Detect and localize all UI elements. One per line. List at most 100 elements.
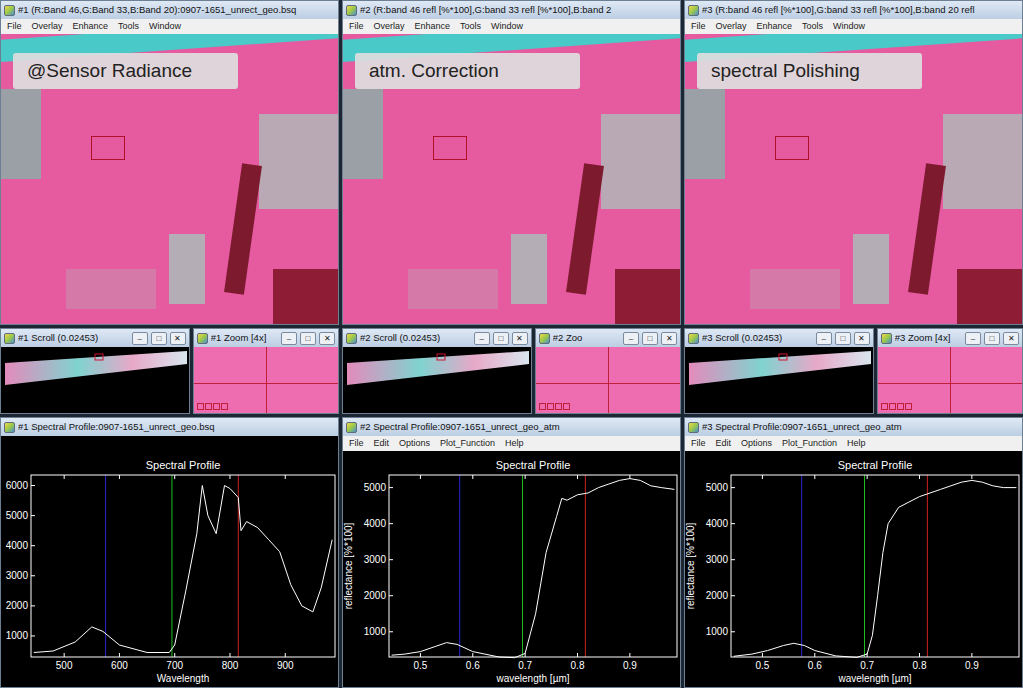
menu-item[interactable]: File	[349, 437, 364, 451]
menu-item[interactable]: Tools	[460, 20, 481, 34]
zoom-control-button[interactable]	[213, 403, 220, 410]
image-view[interactable]: atm. Correction	[343, 34, 680, 324]
zoom-view[interactable]	[878, 347, 1022, 413]
menu-item[interactable]: Window	[833, 20, 865, 34]
menu-item[interactable]: Options	[399, 437, 430, 451]
zoom-control-button[interactable]	[205, 403, 212, 410]
maximize-button[interactable]: □	[300, 332, 316, 345]
title-bar[interactable]: #3 Zoom [4x]–□✕	[878, 329, 1022, 347]
menu-item[interactable]: Tools	[118, 20, 139, 34]
menu-item[interactable]: Enhance	[73, 20, 109, 34]
maximize-button[interactable]: □	[493, 332, 509, 345]
title-bar[interactable]: #1 (R:Band 46,G:Band 33,B:Band 20):0907-…	[1, 1, 338, 19]
menu-item[interactable]: File	[349, 20, 364, 34]
zoom-region-box[interactable]	[775, 136, 809, 160]
spectral-profile-window[interactable]: #3 Spectral Profile:0907-1651_unrect_geo…	[684, 417, 1023, 688]
zoom-window[interactable]: #2 Zoo–□✕	[535, 328, 681, 414]
zoom-control-button[interactable]	[897, 403, 904, 410]
maximize-button[interactable]: □	[835, 332, 851, 345]
menu-item[interactable]: Plot_Function	[782, 437, 837, 451]
image-window[interactable]: #2 (R:band 46 refl [%*100],G:band 33 ref…	[342, 0, 681, 325]
spectral-profile-window[interactable]: #1 Spectral Profile:0907-1651_unrect_geo…	[0, 417, 339, 688]
menu-item[interactable]: Overlay	[374, 20, 405, 34]
window-icon	[688, 422, 699, 433]
menu-item[interactable]: Plot_Function	[440, 437, 495, 451]
scroll-window[interactable]: #3 Scroll (0.02453)–□✕	[684, 328, 874, 414]
image-window[interactable]: #3 (R:band 46 refl [%*100],G:band 33 ref…	[684, 0, 1023, 325]
menu-item[interactable]: Enhance	[415, 20, 451, 34]
zoom-control-button[interactable]	[905, 403, 912, 410]
menu-item[interactable]: File	[7, 20, 22, 34]
zoom-control-button[interactable]	[563, 403, 570, 410]
x-tick-label: 0.6	[808, 660, 822, 671]
zoom-control-button[interactable]	[881, 403, 888, 410]
close-button[interactable]: ✕	[319, 332, 335, 345]
image-view[interactable]: @Sensor Radiance	[1, 34, 338, 324]
close-button[interactable]: ✕	[661, 332, 677, 345]
scroll-zoom-row: #3 Scroll (0.02453)–□✕ #3 Zoom [4x]–□✕	[684, 328, 1023, 414]
zoom-window[interactable]: #1 Zoom [4x]–□✕	[193, 328, 339, 414]
zoom-region-box[interactable]	[91, 136, 125, 160]
close-button[interactable]: ✕	[512, 332, 528, 345]
menu-item[interactable]: Window	[491, 20, 523, 34]
minimize-button[interactable]: –	[281, 332, 297, 345]
close-button[interactable]: ✕	[854, 332, 870, 345]
minimize-button[interactable]: –	[965, 332, 981, 345]
zoom-control-button[interactable]	[539, 403, 546, 410]
title-bar[interactable]: #1 Zoom [4x]–□✕	[194, 329, 338, 347]
minimize-button[interactable]: –	[816, 332, 832, 345]
zoom-control-button[interactable]	[547, 403, 554, 410]
menu-item[interactable]: Edit	[716, 437, 732, 451]
x-tick	[971, 653, 972, 657]
minimize-button[interactable]: –	[474, 332, 490, 345]
close-button[interactable]: ✕	[1003, 332, 1019, 345]
minimize-button[interactable]: –	[623, 332, 639, 345]
menu-item[interactable]: Help	[847, 437, 866, 451]
title-bar[interactable]: #2 Zoo–□✕	[536, 329, 680, 347]
image-window[interactable]: #1 (R:Band 46,G:Band 33,B:Band 20):0907-…	[0, 0, 339, 325]
spectral-chart[interactable]: Spectral Profile0.50.60.70.80.9100020003…	[685, 457, 1022, 687]
minimize-button[interactable]: –	[132, 332, 148, 345]
scroll-view[interactable]	[343, 347, 531, 413]
zoom-control-button[interactable]	[889, 403, 896, 410]
scroll-window[interactable]: #2 Scroll (0.02453)–□✕	[342, 328, 532, 414]
maximize-button[interactable]: □	[151, 332, 167, 345]
title-bar[interactable]: #3 Spectral Profile:0907-1651_unrect_geo…	[685, 418, 1022, 436]
menu-item[interactable]: Edit	[374, 437, 390, 451]
menu-item[interactable]: Overlay	[716, 20, 747, 34]
zoom-view[interactable]	[194, 347, 338, 413]
title-bar[interactable]: #3 Scroll (0.02453)–□✕	[685, 329, 873, 347]
spectral-chart[interactable]: Spectral Profile0.50.60.70.80.9100020003…	[343, 457, 680, 687]
zoom-window[interactable]: #3 Zoom [4x]–□✕	[877, 328, 1023, 414]
scroll-view[interactable]	[685, 347, 873, 413]
menu-item[interactable]: Help	[505, 437, 524, 451]
menu-item[interactable]: File	[691, 437, 706, 451]
title-bar[interactable]: #2 Spectral Profile:0907-1651_unrect_geo…	[343, 418, 680, 436]
x-tick	[814, 653, 815, 657]
zoom-view[interactable]	[536, 347, 680, 413]
title-bar[interactable]: #1 Scroll (0.02453)–□✕	[1, 329, 189, 347]
zoom-control-button[interactable]	[555, 403, 562, 410]
image-view[interactable]: spectral Polishing	[685, 34, 1022, 324]
title-bar[interactable]: #2 Scroll (0.02453)–□✕	[343, 329, 531, 347]
close-button[interactable]: ✕	[170, 332, 186, 345]
menu-item[interactable]: Window	[149, 20, 181, 34]
menu-item[interactable]: Overlay	[32, 20, 63, 34]
title-bar[interactable]: #3 (R:band 46 refl [%*100],G:band 33 ref…	[685, 1, 1022, 19]
menu-item[interactable]: Enhance	[757, 20, 793, 34]
title-bar[interactable]: #2 (R:band 46 refl [%*100],G:band 33 ref…	[343, 1, 680, 19]
zoom-region-box[interactable]	[433, 136, 467, 160]
scroll-view[interactable]	[1, 347, 189, 413]
scroll-window[interactable]: #1 Scroll (0.02453)–□✕	[0, 328, 190, 414]
maximize-button[interactable]: □	[642, 332, 658, 345]
x-tick	[629, 653, 630, 657]
menu-item[interactable]: Tools	[802, 20, 823, 34]
menu-item[interactable]: File	[691, 20, 706, 34]
zoom-control-button[interactable]	[197, 403, 204, 410]
menu-item[interactable]: Options	[741, 437, 772, 451]
spectral-profile-window[interactable]: #2 Spectral Profile:0907-1651_unrect_geo…	[342, 417, 681, 688]
title-bar[interactable]: #1 Spectral Profile:0907-1651_unrect_geo…	[1, 418, 338, 436]
zoom-control-button[interactable]	[221, 403, 228, 410]
maximize-button[interactable]: □	[984, 332, 1000, 345]
spectral-chart[interactable]: Spectral Profile500600700800900100020003…	[1, 457, 338, 687]
